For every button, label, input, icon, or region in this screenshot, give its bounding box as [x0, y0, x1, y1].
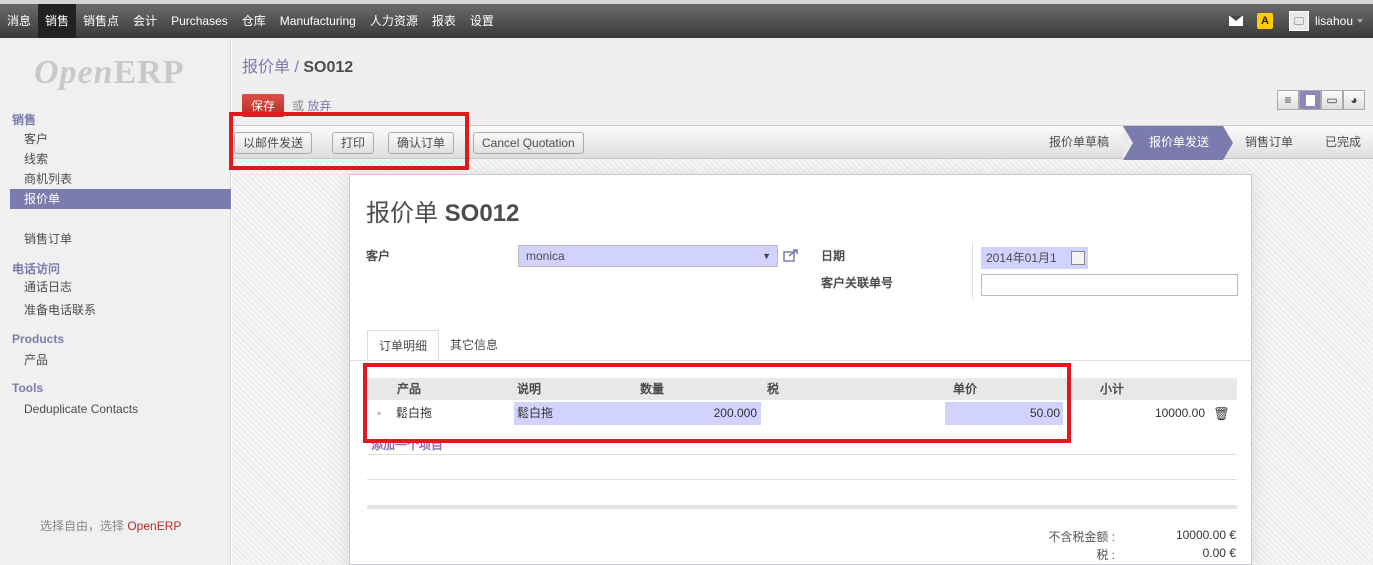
menu-purchases[interactable]: Purchases: [164, 4, 235, 38]
sidebar-item-call-logs[interactable]: 通话日志: [12, 277, 231, 297]
powered-by-footer: 选择自由，选择 OpenERP: [40, 519, 182, 533]
sidebar-item-sales-orders[interactable]: 销售订单: [12, 229, 231, 249]
column-header-unit-price[interactable]: 单价: [953, 378, 977, 400]
openerp-link[interactable]: OpenERP: [127, 519, 181, 533]
table-footer-divider: [367, 505, 1237, 509]
menu-manufacturing[interactable]: Manufacturing: [273, 4, 363, 38]
tab-order-lines[interactable]: 订单明细: [367, 330, 440, 360]
tax-amount-label: 税 :: [1096, 548, 1115, 562]
customer-field[interactable]: monica ▼: [518, 245, 778, 267]
breadcrumb: 报价单 / SO012: [242, 59, 354, 76]
external-link-icon[interactable]: [783, 248, 799, 262]
save-button[interactable]: 保存: [242, 94, 285, 117]
date-field[interactable]: 2014年01月1: [981, 247, 1088, 269]
cell-quantity[interactable]: 200.000: [657, 402, 757, 425]
tab-divider: [350, 360, 1253, 361]
sidebar-item-deduplicate-contacts[interactable]: Deduplicate Contacts: [12, 399, 231, 419]
add-item-link[interactable]: 添加一个项目: [371, 436, 443, 453]
column-header-subtotal[interactable]: 小计: [1100, 378, 1124, 400]
step-done: 已完成: [1324, 135, 1361, 149]
cancel-quotation-button[interactable]: Cancel Quotation: [473, 132, 584, 154]
alert-icon[interactable]: A: [1256, 13, 1273, 29]
openerp-logo[interactable]: OpenERP: [34, 54, 185, 92]
sidebar-section-calls: 电话访问: [12, 262, 61, 276]
cell-unit-price[interactable]: 50.00: [945, 402, 1063, 425]
date-label: 日期: [821, 249, 846, 263]
column-header-product[interactable]: 产品: [397, 378, 421, 400]
row-handle: ▪: [377, 406, 382, 420]
trash-icon[interactable]: 🗑: [1213, 402, 1230, 425]
sidebar-item-opportunities[interactable]: 商机列表: [12, 169, 231, 189]
graph-view-icon[interactable]: ◕: [1343, 90, 1365, 110]
view-switcher: ≡ ▭ ◕: [1277, 90, 1365, 110]
form-tabs: 订单明细 其它信息: [367, 330, 509, 360]
menu-accounting[interactable]: 会计: [126, 4, 164, 38]
username[interactable]: lisahou: [1315, 14, 1353, 28]
step-quotation-sent: 报价单发送: [1122, 126, 1233, 160]
calendar-icon[interactable]: [1071, 251, 1085, 265]
avatar-placeholder-icon: [1293, 17, 1304, 25]
send-by-email-button[interactable]: 以邮件发送: [234, 132, 313, 154]
menu-settings[interactable]: 设置: [463, 4, 501, 38]
sidebar-item-scheduled-calls[interactable]: 准备电话联系: [12, 300, 231, 320]
sidebar-section-sales: 销售: [12, 113, 37, 127]
mail-icon[interactable]: [1228, 16, 1243, 26]
form-title: 报价单 SO012: [366, 200, 520, 227]
sidebar-item-customers[interactable]: 客户: [12, 129, 231, 149]
sidebar-item-products[interactable]: 产品: [12, 350, 231, 370]
main-menu: 消息 销售 销售点 会计 Purchases 仓库 Manufacturing …: [0, 4, 501, 38]
cell-product[interactable]: 鬆白拖: [396, 402, 432, 425]
cell-tax[interactable]: [762, 402, 945, 425]
workflow-steps: 报价单草稿 报价单发送 销售订单 已完成: [1031, 126, 1373, 160]
status-bar: 以邮件发送 打印 确认订单 Cancel Quotation 报价单草稿 报价单…: [232, 125, 1373, 160]
customer-reference-field[interactable]: [981, 274, 1238, 296]
sidebar: OpenERP 销售 客户 线索 商机列表 报价单 销售订单 电话访问 通话日志…: [0, 38, 231, 565]
top-menu-bar: 消息 销售 销售点 会计 Purchases 仓库 Manufacturing …: [0, 0, 1373, 38]
breadcrumb-parent[interactable]: 报价单: [242, 59, 290, 76]
column-header-tax[interactable]: 税: [767, 378, 779, 400]
sidebar-section-products: Products: [12, 332, 65, 346]
dropdown-arrow-icon[interactable]: ▼: [762, 246, 771, 266]
menu-sales[interactable]: 销售: [38, 4, 77, 38]
discard-button[interactable]: 放弃: [307, 99, 331, 113]
untaxed-amount-value: 10000.00 €: [1175, 528, 1236, 542]
customer-reference-label: 客户关联单号: [821, 276, 894, 290]
menu-messages[interactable]: 消息: [0, 4, 38, 38]
table-divider: [367, 479, 1237, 480]
step-sales-order: 销售订单: [1244, 135, 1293, 149]
tab-other-info[interactable]: 其它信息: [439, 330, 509, 360]
column-header-description[interactable]: 说明: [517, 378, 541, 400]
list-view-icon[interactable]: ≡: [1277, 90, 1299, 110]
chevron-down-icon[interactable]: [1357, 19, 1363, 23]
column-header-quantity[interactable]: 数量: [640, 378, 664, 400]
avatar[interactable]: [1288, 11, 1309, 31]
print-button[interactable]: 打印: [332, 132, 375, 154]
sidebar-item-leads[interactable]: 线索: [12, 149, 231, 169]
form-view-icon[interactable]: [1299, 90, 1321, 110]
menu-human-resources[interactable]: 人力资源: [363, 4, 425, 38]
tax-amount-value: 0.00 €: [1202, 546, 1236, 560]
or-discard: 或 放弃: [292, 99, 332, 113]
menu-reporting[interactable]: 报表: [425, 4, 463, 38]
sidebar-section-tools: Tools: [12, 381, 44, 395]
customer-label: 客户: [366, 249, 391, 263]
table-divider: [367, 454, 1237, 455]
menu-point-of-sale[interactable]: 销售点: [76, 4, 126, 38]
confirm-order-button[interactable]: 确认订单: [388, 132, 455, 154]
calendar-view-icon[interactable]: ▭: [1321, 90, 1343, 110]
user-area: A lisahou: [1228, 4, 1373, 38]
untaxed-amount-label: 不含税金额 :: [1048, 530, 1115, 544]
sidebar-item-quotations[interactable]: 报价单: [10, 189, 231, 209]
breadcrumb-current: SO012: [303, 59, 354, 76]
cell-subtotal: 10000.00: [1154, 406, 1205, 420]
menu-warehouse[interactable]: 仓库: [235, 4, 273, 38]
field-divider: [972, 243, 973, 299]
step-draft-quotation: 报价单草稿: [1048, 135, 1109, 149]
form-sheet: 报价单 SO012 客户 monica ▼ 日期 客户关联单号 2014年01月1…: [349, 174, 1253, 565]
view-header: 报价单 / SO012 保存 或 放弃 ≡ ▭ ◕: [232, 38, 1373, 125]
